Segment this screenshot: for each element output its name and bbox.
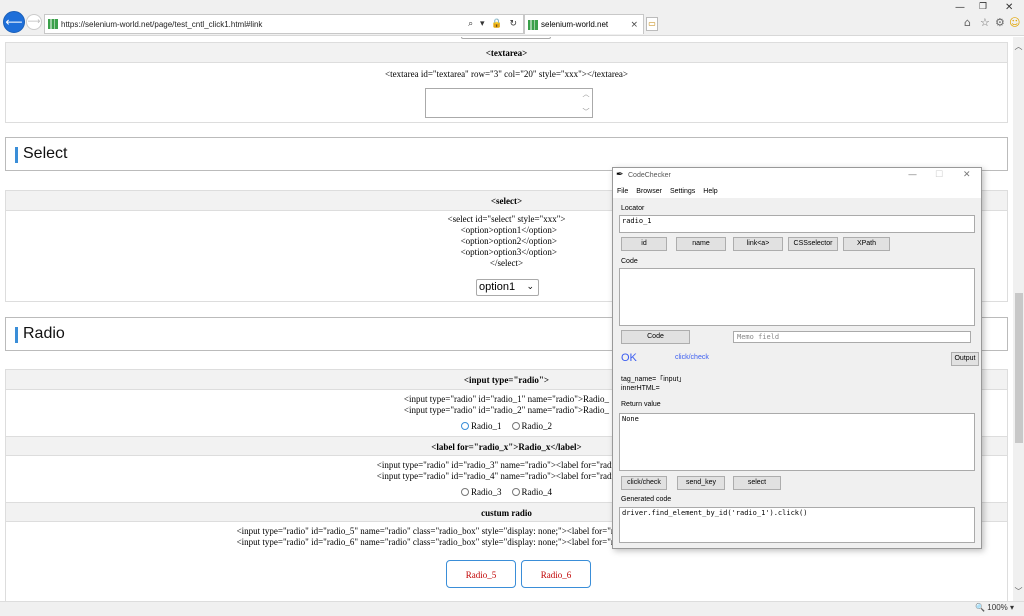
title-accent-bar — [15, 327, 18, 343]
locator-name-button[interactable]: name — [676, 237, 726, 251]
favorites-star-icon[interactable]: ☆ — [980, 16, 990, 29]
radio-option-1[interactable]: Radio_1 — [461, 421, 502, 431]
radio-label[interactable]: Radio_4 — [522, 487, 553, 497]
code-button[interactable]: Code — [621, 330, 690, 344]
scroll-down-icon[interactable]: ﹀ — [583, 107, 590, 117]
site-favicon-icon — [48, 19, 58, 29]
radio-label[interactable]: Radio_2 — [522, 421, 553, 431]
window-close-icon[interactable]: ✕ — [963, 170, 971, 180]
radio-circle-icon[interactable] — [511, 488, 520, 496]
radio-label[interactable]: Radio_1 — [471, 421, 502, 431]
scroll-up-icon[interactable]: ︿ — [583, 89, 590, 99]
select-value: option1 — [479, 281, 516, 293]
locator-label: Locator — [621, 205, 645, 212]
scroll-down-icon[interactable]: ﹀ — [1013, 586, 1024, 597]
address-tools-icons[interactable]: ⌕ ▾ 🔒 ↻ — [468, 19, 519, 29]
inner-html-text: innerHTML= — [621, 385, 660, 392]
locator-link-button[interactable]: link<a> — [733, 237, 783, 251]
gear-icon[interactable]: ⚙ — [995, 16, 1005, 29]
status-action: click/check — [675, 354, 709, 361]
menu-browser[interactable]: Browser — [636, 188, 662, 195]
return-value-textarea[interactable]: None — [619, 413, 975, 471]
select-title: Select — [23, 145, 68, 162]
codechecker-titlebar[interactable]: ✒ CodeChecker — ☐ ✕ — [613, 168, 981, 184]
new-tab-button[interactable]: ▭ — [646, 17, 658, 31]
return-value-label: Return value — [621, 401, 661, 408]
select-button[interactable]: select — [733, 476, 781, 490]
radio-option-2[interactable]: Radio_2 — [511, 421, 553, 431]
arrow-left-icon: ⟵ — [5, 15, 23, 29]
custom-radio-6-button[interactable]: Radio_6 — [521, 560, 591, 588]
radio-title: Radio — [23, 325, 65, 342]
select-demo-dropdown[interactable]: option1 ⌄ — [476, 279, 539, 296]
code-label: Code — [621, 258, 638, 265]
textarea-section: <textarea> <textarea id="textarea" row="… — [5, 42, 1008, 123]
title-accent-bar — [15, 147, 18, 163]
codechecker-title: CodeChecker — [628, 172, 671, 179]
menu-settings[interactable]: Settings — [670, 188, 695, 195]
code-textarea[interactable] — [619, 268, 975, 326]
generated-code-label: Generated code — [621, 496, 672, 503]
url-text[interactable]: https://selenium-world.net/page/test_cnt… — [61, 20, 468, 29]
tab-favicon-icon — [528, 19, 538, 30]
feather-icon: ✒ — [616, 170, 624, 180]
menu-help[interactable]: Help — [703, 188, 717, 195]
codechecker-menubar: File Browser Settings Help — [613, 184, 981, 198]
scroll-up-icon[interactable]: ︿ — [1013, 41, 1024, 52]
status-ok: OK — [621, 352, 637, 364]
locator-xpath-button[interactable]: XPath — [843, 237, 890, 251]
radio-circle-icon[interactable] — [461, 422, 469, 430]
window-close-icon[interactable]: ✕ — [1005, 2, 1013, 13]
window-minimize-icon[interactable]: — — [908, 170, 917, 180]
previous-input-edge — [461, 37, 551, 39]
zoom-control[interactable]: 🔍 100% ▾ — [975, 603, 1014, 612]
home-icon[interactable]: ⌂ — [964, 16, 971, 29]
generated-code-textarea[interactable]: driver.find_element_by_id('radio_1').cli… — [619, 507, 975, 543]
codechecker-window: ✒ CodeChecker — ☐ ✕ File Browser Setting… — [612, 167, 982, 549]
send-key-button[interactable]: send_key — [677, 476, 725, 490]
select-title-box: Select — [5, 137, 1008, 171]
textarea-demo-field[interactable]: ︿ ﹀ — [425, 88, 593, 118]
click-check-button[interactable]: click/check — [621, 476, 667, 490]
window-minimize-icon[interactable]: — — [955, 2, 965, 13]
custom-radio-5-button[interactable]: Radio_5 — [446, 560, 516, 588]
locator-input[interactable]: radio_1 — [619, 215, 975, 233]
tag-name-text: tag_name=「input」 — [621, 376, 686, 383]
status-bar: 🔍 100% ▾ — [0, 601, 1024, 616]
textarea-scrollbar[interactable]: ︿ ﹀ — [580, 89, 592, 117]
locator-css-button[interactable]: CSSselector — [788, 237, 838, 251]
menu-file[interactable]: File — [617, 188, 628, 195]
tab-title: selenium-world.net — [541, 20, 609, 29]
window-maximize-icon[interactable]: ☐ — [935, 170, 943, 180]
back-button[interactable]: ⟵ — [3, 11, 25, 33]
page-scrollbar[interactable]: ︿ ﹀ — [1013, 37, 1024, 601]
radio-option-4[interactable]: Radio_4 — [511, 487, 553, 497]
chevron-down-icon: ⌄ — [526, 282, 534, 292]
browser-tab[interactable]: selenium-world.net × — [524, 14, 644, 34]
forward-button[interactable]: ⟶ — [26, 14, 42, 30]
window-restore-icon[interactable]: ❐ — [979, 2, 987, 12]
radio-circle-icon[interactable] — [461, 488, 469, 496]
scrollbar-thumb[interactable] — [1015, 293, 1023, 443]
textarea-code: <textarea id="textarea" row="3" col="20"… — [385, 69, 628, 79]
feedback-smiley-icon[interactable]: ☺ — [1009, 16, 1020, 29]
memo-field[interactable]: Memo field — [733, 331, 971, 343]
radio-circle-icon[interactable] — [511, 422, 520, 430]
textarea-section-header: <textarea> — [6, 43, 1007, 63]
radio-label[interactable]: Radio_3 — [471, 487, 502, 497]
new-tab-icon: ▭ — [648, 19, 656, 28]
browser-chrome: ⟵ ⟶ https://selenium-world.net/page/test… — [0, 0, 1024, 36]
address-bar[interactable]: https://selenium-world.net/page/test_cnt… — [44, 14, 524, 34]
radio-option-3[interactable]: Radio_3 — [461, 487, 502, 497]
locator-id-button[interactable]: id — [621, 237, 667, 251]
arrow-right-icon: ⟶ — [27, 17, 41, 27]
tab-close-icon[interactable]: × — [630, 20, 638, 30]
output-button[interactable]: Output — [951, 352, 979, 366]
